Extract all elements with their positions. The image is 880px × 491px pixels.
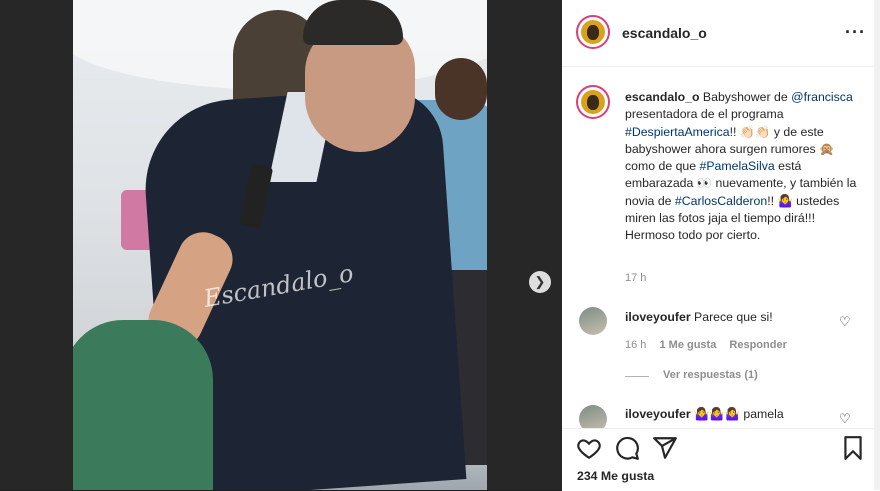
comment-text: iloveyoufer Parece que si! xyxy=(625,310,773,324)
view-replies-button[interactable]: Ver respuestas (1) xyxy=(663,369,758,381)
caption-part: Babyshower de xyxy=(699,90,792,104)
reply-button[interactable]: Responder xyxy=(729,339,786,351)
comment-username[interactable]: iloveyoufer xyxy=(625,407,691,421)
caption-part: presentadora de el programa xyxy=(625,107,784,122)
heart-icon[interactable]: ♡ xyxy=(839,314,851,330)
post-header: escandalo_o ··· xyxy=(562,0,880,67)
bookmark-icon[interactable] xyxy=(840,435,866,461)
replies-divider xyxy=(625,376,649,377)
chevron-right-icon: ❯ xyxy=(534,274,546,289)
caption-text: escandalo_o Babyshower de @francisca pre… xyxy=(625,89,857,245)
post-side-panel: escandalo_o ··· escandalo_o Babyshower d… xyxy=(562,0,880,491)
comment-text: iloveyoufer 🤷‍♀️🤷‍♀️🤷‍♀️ pamela xyxy=(625,407,784,422)
heart-icon[interactable] xyxy=(576,435,602,461)
heart-icon[interactable]: ♡ xyxy=(839,411,851,427)
caption-avatar[interactable] xyxy=(576,85,610,119)
photo-green-sleeve xyxy=(73,320,213,490)
media-area: Escandalo_o ❯ xyxy=(0,0,562,490)
comment-icon[interactable] xyxy=(614,435,640,461)
instagram-post-modal: Escandalo_o ❯ escandalo_o ··· escandalo_… xyxy=(0,0,880,491)
photo-man-hair xyxy=(303,0,403,45)
post-photo[interactable]: Escandalo_o xyxy=(73,0,487,490)
comment-meta: 16 h 1 Me gusta Responder xyxy=(625,339,797,351)
header-username[interactable]: escandalo_o xyxy=(622,25,707,41)
like-count[interactable]: 234 Me gusta xyxy=(577,469,654,483)
share-icon[interactable] xyxy=(652,435,678,461)
caption-username[interactable]: escandalo_o xyxy=(625,90,700,104)
comment-body: Parece que si! xyxy=(694,310,773,324)
caption-mention-link[interactable]: @francisca xyxy=(791,90,853,104)
next-media-button[interactable]: ❯ xyxy=(529,271,551,293)
comment-time[interactable]: 16 h xyxy=(625,339,646,351)
comment-body: 🤷‍♀️🤷‍♀️🤷‍♀️ pamela xyxy=(694,407,784,421)
caption-hashtag-link[interactable]: #CarlosCalderon xyxy=(675,194,767,208)
caption-hashtag-link[interactable]: #PamelaSilva xyxy=(700,159,775,173)
avatar[interactable] xyxy=(579,307,607,335)
avatar[interactable] xyxy=(576,15,610,49)
comment-likes[interactable]: 1 Me gusta xyxy=(659,339,716,351)
comment-username[interactable]: iloveyoufer xyxy=(625,310,691,324)
photo-man-right-head xyxy=(435,58,487,120)
scrollbar[interactable] xyxy=(874,0,880,490)
caption-hashtag-link[interactable]: #DespiertaAmerica xyxy=(625,125,730,139)
caption-timestamp[interactable]: 17 h xyxy=(625,272,646,284)
action-bar: 234 Me gusta xyxy=(562,428,880,491)
more-options-icon[interactable]: ··· xyxy=(845,22,866,43)
